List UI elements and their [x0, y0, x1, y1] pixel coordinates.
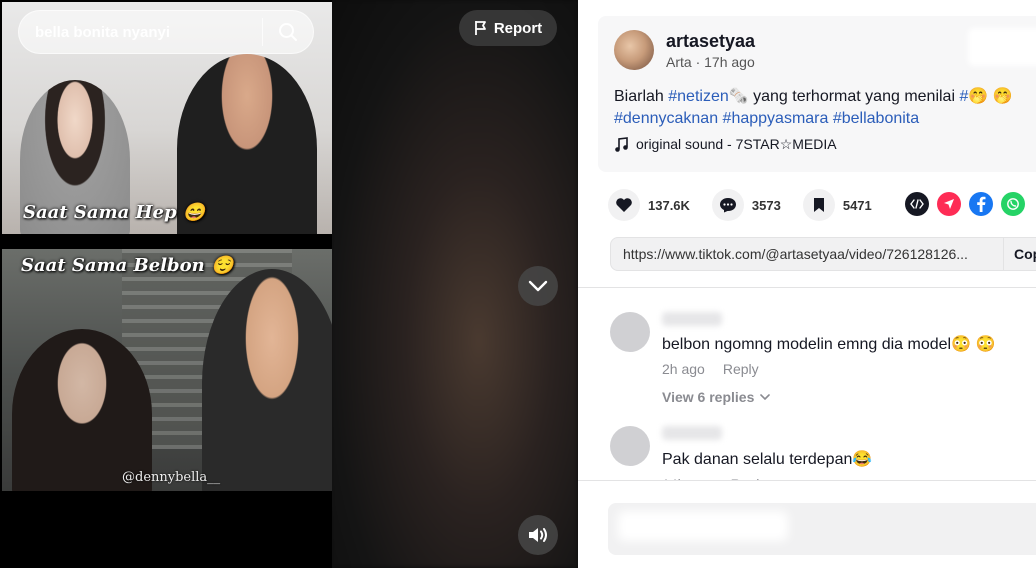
- save-action[interactable]: 5471: [802, 189, 872, 221]
- search-bar[interactable]: bella bonita nyanyi: [18, 10, 314, 54]
- add-comment-input[interactable]: [608, 503, 1036, 555]
- report-button[interactable]: Report: [459, 10, 557, 46]
- comment-text: belbon ngomng modelin emng dia model😳 😳: [662, 336, 996, 353]
- like-action[interactable]: 137.6K: [608, 189, 690, 221]
- description-emoji: 🤭 🤭: [968, 88, 1013, 105]
- search-icon: [279, 23, 297, 41]
- music-note-icon: [615, 136, 628, 152]
- send-to-friends-button[interactable]: [937, 192, 961, 216]
- hashtag-bellabonita[interactable]: #bellabonita: [833, 110, 919, 127]
- post-time: 17h ago: [704, 54, 755, 70]
- embed-button[interactable]: [905, 192, 929, 216]
- share-buttons: [905, 192, 1025, 216]
- bookmark-icon: [813, 198, 824, 212]
- code-icon: [910, 199, 924, 209]
- reply-button[interactable]: Reply: [723, 361, 759, 377]
- share-link-url[interactable]: https://www.tiktok.com/@artasetyaa/video…: [611, 246, 1003, 262]
- author-username[interactable]: artasetyaa: [666, 31, 755, 52]
- hashtag-happyasmara[interactable]: #happyasmara: [723, 110, 829, 127]
- person-figure: [202, 269, 332, 491]
- chevron-down-icon: [760, 394, 771, 400]
- person-figure: [12, 329, 152, 491]
- author-subline: Arta · 17h ago: [666, 54, 755, 70]
- commenter-name[interactable]: [662, 426, 722, 440]
- video-watermark: @dennybella__: [122, 470, 221, 485]
- flag-icon: [474, 21, 486, 35]
- search-input[interactable]: bella bonita nyanyi: [19, 24, 262, 41]
- comment-button[interactable]: [711, 189, 744, 221]
- follow-button[interactable]: [968, 28, 1036, 66]
- facebook-icon: [977, 196, 986, 212]
- comment-text: Pak danan selalu terdepan😂: [662, 451, 873, 468]
- music-title: original sound - 7STAR☆MEDIA: [636, 136, 837, 152]
- comment-action[interactable]: 3573: [711, 189, 781, 221]
- comment-meta: 2h ago Reply: [662, 361, 759, 377]
- video-frame[interactable]: Saat Sama Hep 😄 Saat Sama Belbon 😌 @denn…: [0, 0, 332, 568]
- volume-icon: [529, 528, 547, 542]
- save-count: 5471: [842, 197, 872, 213]
- paper-plane-icon: [944, 199, 954, 209]
- video-details-panel: artasetyaa Arta · 17h ago Biarlah #netiz…: [578, 0, 1036, 568]
- description-text: Biarlah: [614, 88, 669, 105]
- view-replies-label: View 6 replies: [662, 389, 755, 405]
- whatsapp-icon: [1007, 198, 1019, 210]
- like-count: 137.6K: [648, 197, 690, 213]
- next-video-button[interactable]: [518, 266, 558, 306]
- view-replies-button[interactable]: View 6 replies: [662, 389, 771, 405]
- report-label: Report: [493, 19, 543, 37]
- whatsapp-share-button[interactable]: [1001, 192, 1025, 216]
- comment-item: belbon ngomng modelin emng dia model😳 😳 …: [610, 312, 1030, 412]
- hashtag-netizen[interactable]: #netizen: [668, 88, 729, 105]
- search-button[interactable]: [263, 10, 313, 54]
- facebook-share-button[interactable]: [969, 192, 993, 216]
- commenter-name[interactable]: [662, 312, 722, 326]
- video-caption-top: Saat Sama Hep 😄: [23, 202, 206, 223]
- copy-link-button[interactable]: Copy link: [1003, 238, 1036, 270]
- commenter-avatar[interactable]: [610, 312, 650, 352]
- commenter-avatar[interactable]: [610, 426, 650, 466]
- author-display-name: Arta: [666, 54, 692, 70]
- description-text: 🗞️ yang terhormat yang menilai: [728, 88, 960, 105]
- comment-bubble-icon: [719, 198, 736, 213]
- like-button[interactable]: [608, 189, 640, 221]
- video-clip-bottom: [2, 249, 332, 491]
- comment-count: 3573: [751, 197, 781, 213]
- volume-button[interactable]: [518, 515, 558, 555]
- video-description: Biarlah #netizen🗞️ yang terhormat yang m…: [614, 86, 1036, 130]
- tiktok-video-page: Saat Sama Hep 😄 Saat Sama Belbon 😌 @denn…: [0, 0, 1036, 568]
- save-button[interactable]: [802, 189, 835, 221]
- comment-placeholder-blurred: [618, 511, 788, 541]
- hashtag-dennycaknan[interactable]: #dennycaknan: [614, 110, 718, 127]
- music-link[interactable]: original sound - 7STAR☆MEDIA: [614, 136, 837, 153]
- comment-input-bar: [578, 480, 1036, 568]
- chevron-down-icon: [528, 280, 548, 292]
- comment-time: 2h ago: [662, 361, 705, 377]
- video-caption-bottom: Saat Sama Belbon 😌: [21, 255, 234, 276]
- author-avatar[interactable]: [614, 30, 654, 70]
- section-divider: [578, 287, 1036, 288]
- share-link-box: https://www.tiktok.com/@artasetyaa/video…: [610, 237, 1036, 271]
- video-player[interactable]: Saat Sama Hep 😄 Saat Sama Belbon 😌 @denn…: [0, 0, 578, 568]
- comment-item: Pak danan selalu terdepan😂 14h agoReply: [610, 426, 1030, 492]
- meta-separator: ·: [695, 54, 705, 70]
- description-card: artasetyaa Arta · 17h ago Biarlah #netiz…: [598, 16, 1036, 172]
- heart-icon: [616, 198, 632, 212]
